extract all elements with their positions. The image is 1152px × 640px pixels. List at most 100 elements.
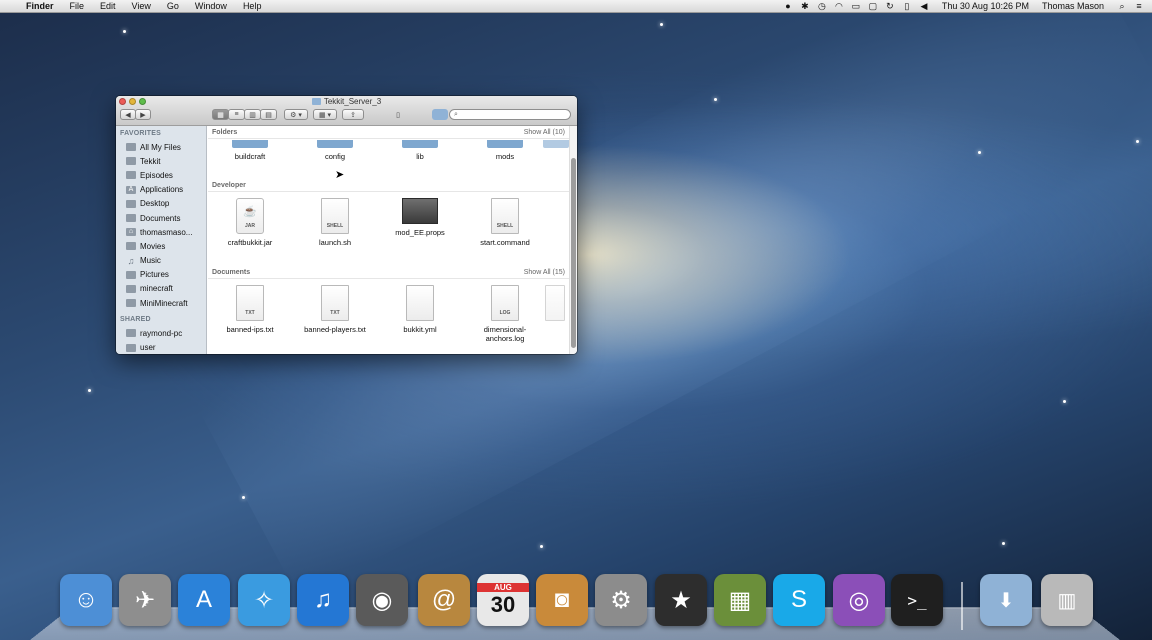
- sidebar-item-tekkit[interactable]: Tekkit: [116, 154, 206, 168]
- menu-window[interactable]: Window: [187, 1, 235, 11]
- folder-item[interactable]: buildcraft: [208, 140, 292, 161]
- file-item[interactable]: mod_EE.props: [378, 198, 462, 237]
- column-view-button[interactable]: ▥: [244, 109, 261, 120]
- scrollbar-thumb[interactable]: [571, 158, 576, 348]
- section-header-documents: Documents Show All (15): [208, 269, 569, 279]
- skype-status-icon[interactable]: ●: [783, 1, 793, 11]
- file-item[interactable]: bukkit.yml: [378, 285, 462, 334]
- sidebar-item-raymond-pc[interactable]: raymond-pc: [116, 326, 206, 340]
- folder-item[interactable]: lib: [378, 140, 462, 161]
- downloads-folder-icon[interactable]: ⬇: [980, 574, 1032, 626]
- wifi-icon[interactable]: ◠: [834, 1, 844, 12]
- sidebar-item-user[interactable]: user: [116, 340, 206, 354]
- folder-icon[interactable]: [543, 140, 569, 148]
- search-input[interactable]: ⌕: [449, 109, 571, 120]
- computer-icon: [126, 343, 136, 352]
- document-icon[interactable]: ▯: [392, 109, 404, 120]
- airplay-icon[interactable]: ▭: [851, 1, 861, 12]
- list-view-button[interactable]: ≡: [228, 109, 245, 120]
- address-book-icon[interactable]: @: [418, 574, 470, 626]
- system-preferences-icon[interactable]: ⚙: [595, 574, 647, 626]
- desktop-icon: [126, 199, 136, 208]
- arrange-menu-button[interactable]: ▦ ▾: [313, 109, 337, 120]
- folder-icon[interactable]: [432, 109, 448, 120]
- folder-icon: [126, 157, 136, 166]
- clock[interactable]: Thu 30 Aug 10:26 PM: [942, 1, 1029, 11]
- file-item[interactable]: SHELL launch.sh: [293, 198, 377, 247]
- sidebar-item-episodes[interactable]: Episodes: [116, 168, 206, 182]
- props-file-icon: [402, 198, 438, 224]
- menu-view[interactable]: View: [124, 1, 159, 11]
- share-button[interactable]: ⇪: [342, 109, 364, 120]
- sync-icon[interactable]: ↻: [885, 1, 895, 12]
- iphoto-icon[interactable]: ◙: [536, 574, 588, 626]
- trash-icon[interactable]: ▥: [1041, 574, 1093, 626]
- forward-button[interactable]: ▶: [135, 109, 151, 120]
- minecraft-icon[interactable]: ▦: [714, 574, 766, 626]
- cover-flow-button[interactable]: ▤: [260, 109, 277, 120]
- folder-item[interactable]: mods: [463, 140, 547, 161]
- notification-center-icon[interactable]: ≡: [1134, 1, 1144, 11]
- scrollbar[interactable]: [569, 126, 577, 354]
- itunes-icon[interactable]: ♫: [297, 574, 349, 626]
- facetime-icon[interactable]: ◉: [356, 574, 408, 626]
- safari-icon[interactable]: ✧: [238, 574, 290, 626]
- show-all-folders-link[interactable]: Show All (10): [524, 129, 565, 136]
- battery-icon[interactable]: ▯: [902, 1, 912, 12]
- sidebar-item-miniminecraft[interactable]: MiniMinecraft: [116, 296, 206, 310]
- star: [242, 496, 245, 499]
- file-item[interactable]: TXT banned-ips.txt: [208, 285, 292, 334]
- file-item[interactable]: TXT banned-players.txt: [293, 285, 377, 334]
- folder-item[interactable]: config: [293, 140, 377, 161]
- time-machine-icon[interactable]: ◷: [817, 1, 827, 12]
- sidebar-item-all-my-files[interactable]: All My Files: [116, 140, 206, 154]
- sidebar-item-pictures[interactable]: Pictures: [116, 268, 206, 282]
- menu-go[interactable]: Go: [159, 1, 187, 11]
- volume-icon[interactable]: ◀: [919, 1, 929, 12]
- text-file-icon[interactable]: [545, 285, 565, 321]
- user-name[interactable]: Thomas Mason: [1042, 1, 1104, 11]
- file-item[interactable]: LOG dimensional-anchors.log: [471, 285, 539, 343]
- menu-help[interactable]: Help: [235, 1, 270, 11]
- sidebar-item-applications[interactable]: A Applications: [116, 183, 206, 197]
- music-icon: ♫: [127, 255, 135, 266]
- favorites-heading: FAVORITES: [120, 130, 161, 137]
- file-browser: Folders Show All (10) buildcraft config …: [208, 126, 569, 354]
- action-menu-button[interactable]: ⚙ ▾: [284, 109, 308, 120]
- menu-app-finder[interactable]: Finder: [22, 1, 62, 11]
- sidebar-item-home[interactable]: ⌂ thomasmaso...: [116, 225, 206, 239]
- calendar-month: AUG: [477, 582, 529, 592]
- menu-file[interactable]: File: [62, 1, 93, 11]
- sidebar-item-desktop[interactable]: Desktop: [116, 197, 206, 211]
- imovie-icon[interactable]: ★: [655, 574, 707, 626]
- sidebar-item-music[interactable]: ♫ Music: [116, 254, 206, 268]
- sidebar-item-movies[interactable]: Movies: [116, 239, 206, 253]
- sidebar-item-documents[interactable]: Documents: [116, 211, 206, 225]
- launchpad-icon[interactable]: ✈: [119, 574, 171, 626]
- star: [1063, 400, 1066, 403]
- podcast-icon[interactable]: ◎: [833, 574, 885, 626]
- section-header-developer: Developer: [208, 182, 569, 192]
- menu-edit[interactable]: Edit: [92, 1, 124, 11]
- shared-heading: SHARED: [120, 316, 151, 324]
- star: [1002, 542, 1005, 545]
- skype-icon[interactable]: S: [773, 574, 825, 626]
- file-item[interactable]: ☕ JAR craftbukkit.jar: [208, 198, 292, 247]
- applications-icon: A: [126, 185, 136, 194]
- sidebar-item-minecraft[interactable]: minecraft: [116, 282, 206, 296]
- app-store-icon[interactable]: A: [178, 574, 230, 626]
- star: [978, 151, 981, 154]
- bluetooth-icon[interactable]: ✱: [800, 1, 810, 12]
- file-item[interactable]: SHELL start.command: [463, 198, 547, 247]
- show-all-documents-link[interactable]: Show All (15): [524, 269, 565, 276]
- finder-window: Tekkit_Server_3 ◀ ▶ ▦ ≡ ▥ ▤ ⚙ ▾ ▦ ▾ ⇪ ▯ …: [116, 96, 577, 354]
- terminal-icon[interactable]: >_: [891, 574, 943, 626]
- back-button[interactable]: ◀: [120, 109, 136, 120]
- spotlight-icon[interactable]: ⌕: [1117, 1, 1127, 12]
- display-icon[interactable]: ▢: [868, 1, 878, 12]
- finder-icon[interactable]: ☺: [60, 574, 112, 626]
- all-files-icon: [126, 143, 136, 152]
- ical-icon[interactable]: AUG 30: [477, 574, 529, 626]
- title-bar[interactable]: Tekkit_Server_3 ◀ ▶ ▦ ≡ ▥ ▤ ⚙ ▾ ▦ ▾ ⇪ ▯ …: [116, 96, 577, 126]
- icon-view-button[interactable]: ▦: [212, 109, 229, 120]
